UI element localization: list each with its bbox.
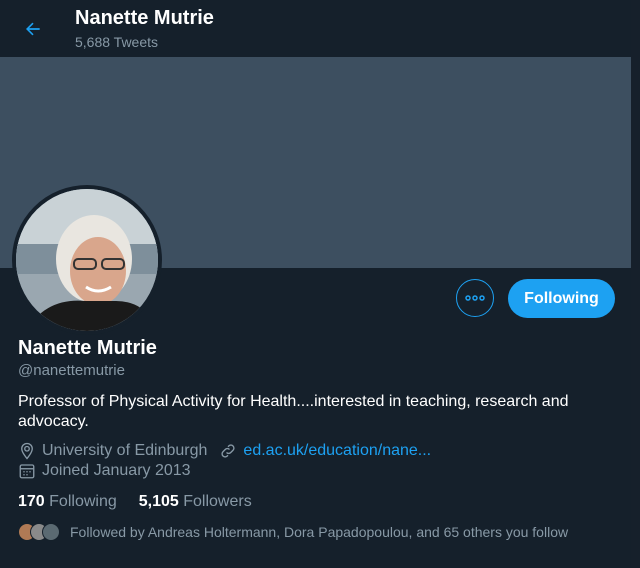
following-button[interactable]: Following [508, 279, 615, 318]
scrollbar[interactable] [631, 0, 640, 568]
calendar-icon [18, 462, 36, 480]
profile-website-link[interactable]: ed.ac.uk/education/nane... [243, 442, 431, 460]
followed-by-text: Followed by Andreas Holtermann, Dora Pap… [70, 524, 569, 540]
followers-count-link[interactable]: 5,105 Followers [139, 493, 252, 511]
follow-counts: 170 Following 5,105 Followers [18, 493, 252, 511]
profile-header: Nanette Mutrie 5,688 Tweets [0, 0, 640, 57]
followed-by-row[interactable]: Followed by Andreas Holtermann, Dora Pap… [18, 523, 568, 541]
header-title: Nanette Mutrie [75, 7, 214, 29]
location-pin-icon [18, 442, 36, 460]
followers-label: Followers [183, 493, 252, 510]
profile-location: University of Edinburgh [42, 442, 208, 459]
back-button[interactable] [14, 10, 52, 48]
more-dots-icon [465, 295, 485, 301]
more-options-button[interactable] [456, 279, 494, 317]
profile-handle: @nanettemutrie [18, 362, 125, 379]
followers-count: 5,105 [138, 493, 179, 510]
profile-bio: Professor of Physical Activity for Healt… [18, 393, 569, 430]
following-label: Following [49, 493, 117, 510]
avatar[interactable] [12, 185, 162, 335]
link-icon [219, 442, 237, 460]
profile-meta-row: University of Edinburgh ed.ac.uk/educati… [18, 442, 431, 460]
profile-joined-row: Joined January 2013 [18, 462, 191, 480]
profile-name: Nanette Mutrie [18, 337, 157, 359]
tweet-count: 5,688 Tweets [75, 34, 159, 50]
avatar-photo [16, 189, 158, 331]
follower-avatars [18, 523, 60, 541]
mini-avatar [42, 523, 60, 541]
arrow-left-icon [26, 22, 40, 36]
following-count-link[interactable]: 170 Following [18, 493, 117, 511]
profile-joined: Joined January 2013 [42, 462, 191, 479]
following-count: 170 [18, 493, 45, 510]
